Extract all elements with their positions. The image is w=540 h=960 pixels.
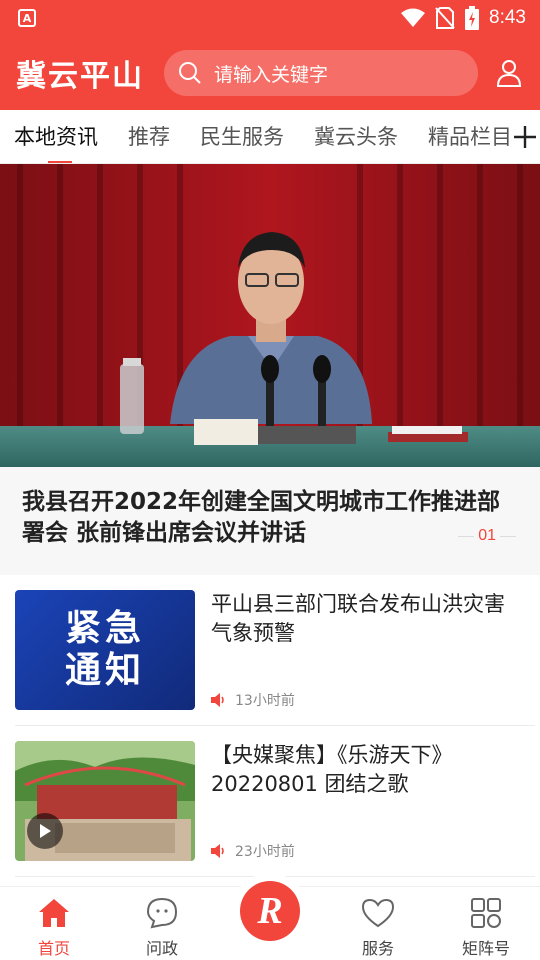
news-time: 23小时前 [235,844,295,860]
thumbnail-text-line2: 通知 [64,650,145,691]
r-logo-icon: R [240,881,300,941]
app-header: 冀云平山 请输入关键字 [0,36,540,110]
search-icon [179,62,201,84]
channel-tabs: 本地资讯 推荐 民生服务 冀云头条 精品栏目 [0,110,540,164]
home-icon [36,895,72,931]
video-play-icon[interactable] [27,813,63,849]
news-title: 平山县三部门联合发布山洪灾害气象预警 [211,592,505,645]
nav-label-services: 服务 [361,939,394,958]
news-title: 【央媒聚焦】《乐游天下》20220801 团结之歌 [211,743,453,796]
news-thumbnail [15,741,195,861]
hero-image[interactable] [0,164,540,467]
no-sim-icon [435,7,455,29]
audio-icon [211,844,224,858]
grid-apps-icon [468,895,504,931]
brand-logo: 冀云平山 [16,59,144,94]
chat-bubble-icon [144,895,180,931]
bottom-navigation: 首页 问政 R 服务 矩阵号 [0,873,540,960]
tab-local-news[interactable]: 本地资讯 [14,110,98,163]
news-meta: 13小时前 [211,690,295,710]
news-time: 13小时前 [235,693,295,709]
search-placeholder: 请输入关键字 [214,63,329,86]
status-indicators: 8:43 [401,6,526,30]
nav-label-home: 首页 [37,939,70,958]
carousel-index: 01 [458,527,516,544]
nav-label-inquiry: 问政 [145,939,178,958]
search-input[interactable]: 请输入关键字 [164,50,478,96]
hero-caption[interactable]: 我县召开2022年创建全国文明城市工作推进部署会 张前锋出席会议并讲话 01 [0,467,540,575]
news-item[interactable]: 【央媒聚焦】《乐游天下》20220801 团结之歌 23小时前 [15,741,535,877]
nav-services[interactable]: 服务 [333,887,423,960]
audio-icon [211,693,224,707]
tab-livelihood-service[interactable]: 民生服务 [200,110,284,163]
hero-title: 我县召开2022年创建全国文明城市工作推进部署会 张前锋出席会议并讲话 [22,489,501,546]
wifi-icon [401,8,426,27]
news-thumbnail: 紧急 通知 [15,590,195,710]
news-meta: 23小时前 [211,841,295,861]
add-channel-icon[interactable] [510,110,540,163]
tab-jiyun-headlines[interactable]: 冀云头条 [314,110,398,163]
nav-center-logo-button[interactable]: R [232,873,308,949]
tab-recommend[interactable]: 推荐 [128,110,170,163]
hero-photo [0,164,540,467]
app-notification-icon: A [18,9,36,27]
news-item[interactable]: 紧急 通知 平山县三部门联合发布山洪灾害气象预警 13小时前 [15,590,535,726]
thumbnail-text-line1: 紧急 [64,608,145,649]
nav-label-matrix: 矩阵号 [461,939,510,958]
tab-featured-columns[interactable]: 精品栏目 [428,110,512,163]
nav-home[interactable]: 首页 [9,887,99,960]
status-time: 8:43 [489,7,526,28]
battery-charging-icon [465,6,480,30]
nav-inquiry[interactable]: 问政 [117,887,207,960]
status-bar: A 8:43 [0,0,540,36]
user-profile-icon[interactable] [494,58,524,88]
nav-matrix[interactable]: 矩阵号 [441,887,531,960]
heart-icon [360,895,396,931]
